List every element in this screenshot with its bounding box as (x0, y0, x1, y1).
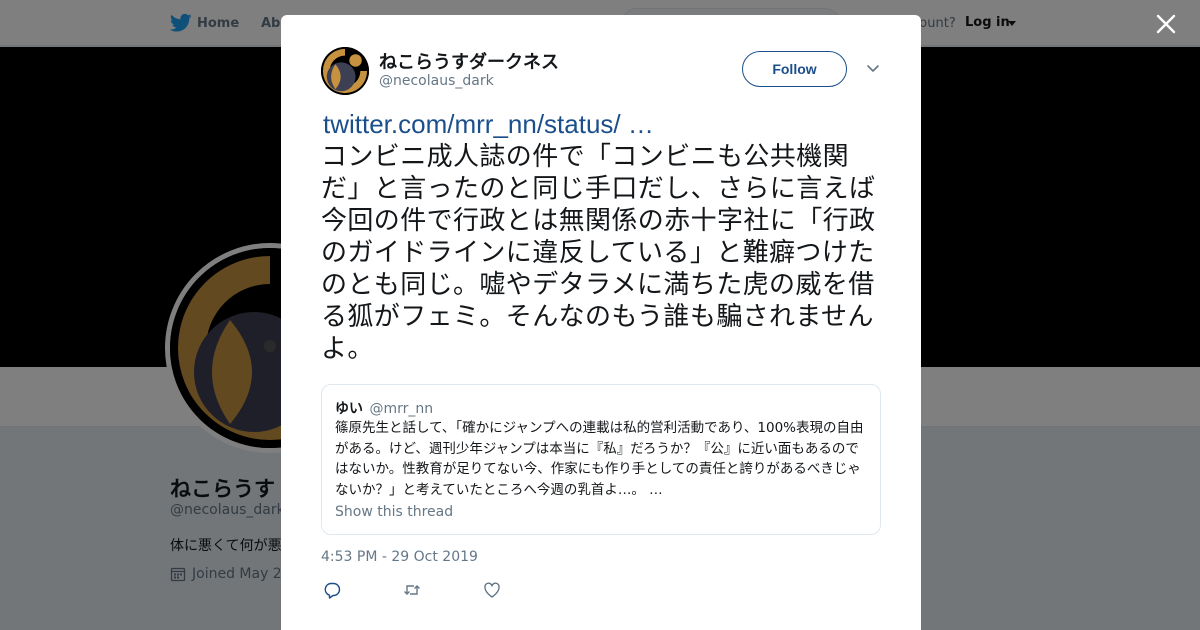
retweet-icon (404, 585, 420, 595)
author-handle[interactable]: @necolaus_dark (379, 73, 494, 89)
author-name[interactable]: ねこらうすダークネス (379, 48, 559, 74)
quoted-tweet-text: 篠原先生と話して、「確かにジャンプへの連載は私的営利活動であり、100%表現の自… (335, 420, 864, 498)
tweet-modal: ねこらうすダークネス @necolaus_dark Follow twitter… (281, 15, 921, 630)
show-thread-link[interactable]: Show this thread (335, 504, 453, 520)
tweet-timestamp[interactable]: 4:53 PM - 29 Oct 2019 (321, 549, 478, 565)
close-icon[interactable] (1154, 12, 1178, 36)
quoted-author-handle: @mrr_nn (369, 401, 434, 417)
reply-icon (324, 582, 341, 599)
tweet-link[interactable]: twitter.com/mrr_nn/status/ … (323, 109, 654, 140)
retweet-button[interactable] (403, 581, 483, 601)
like-icon (484, 582, 500, 598)
reply-button[interactable] (323, 581, 403, 601)
quoted-tweet[interactable]: ゆい @mrr_nn 篠原先生と話して、「確かにジャンプへの連載は私的営利活動で… (321, 384, 881, 535)
quoted-tweet-header: ゆい @mrr_nn (335, 398, 433, 418)
follow-button[interactable]: Follow (742, 51, 847, 87)
like-button[interactable] (483, 581, 563, 601)
tweet-actions (323, 581, 563, 601)
tweet-text: コンビニ成人誌の件で「コンビニも公共機関だ」と言ったのと同じ手口だし、さらに言え… (321, 142, 876, 364)
quoted-author-name: ゆい (335, 401, 363, 417)
author-avatar[interactable] (321, 47, 369, 95)
chevron-down-icon[interactable] (866, 64, 880, 74)
